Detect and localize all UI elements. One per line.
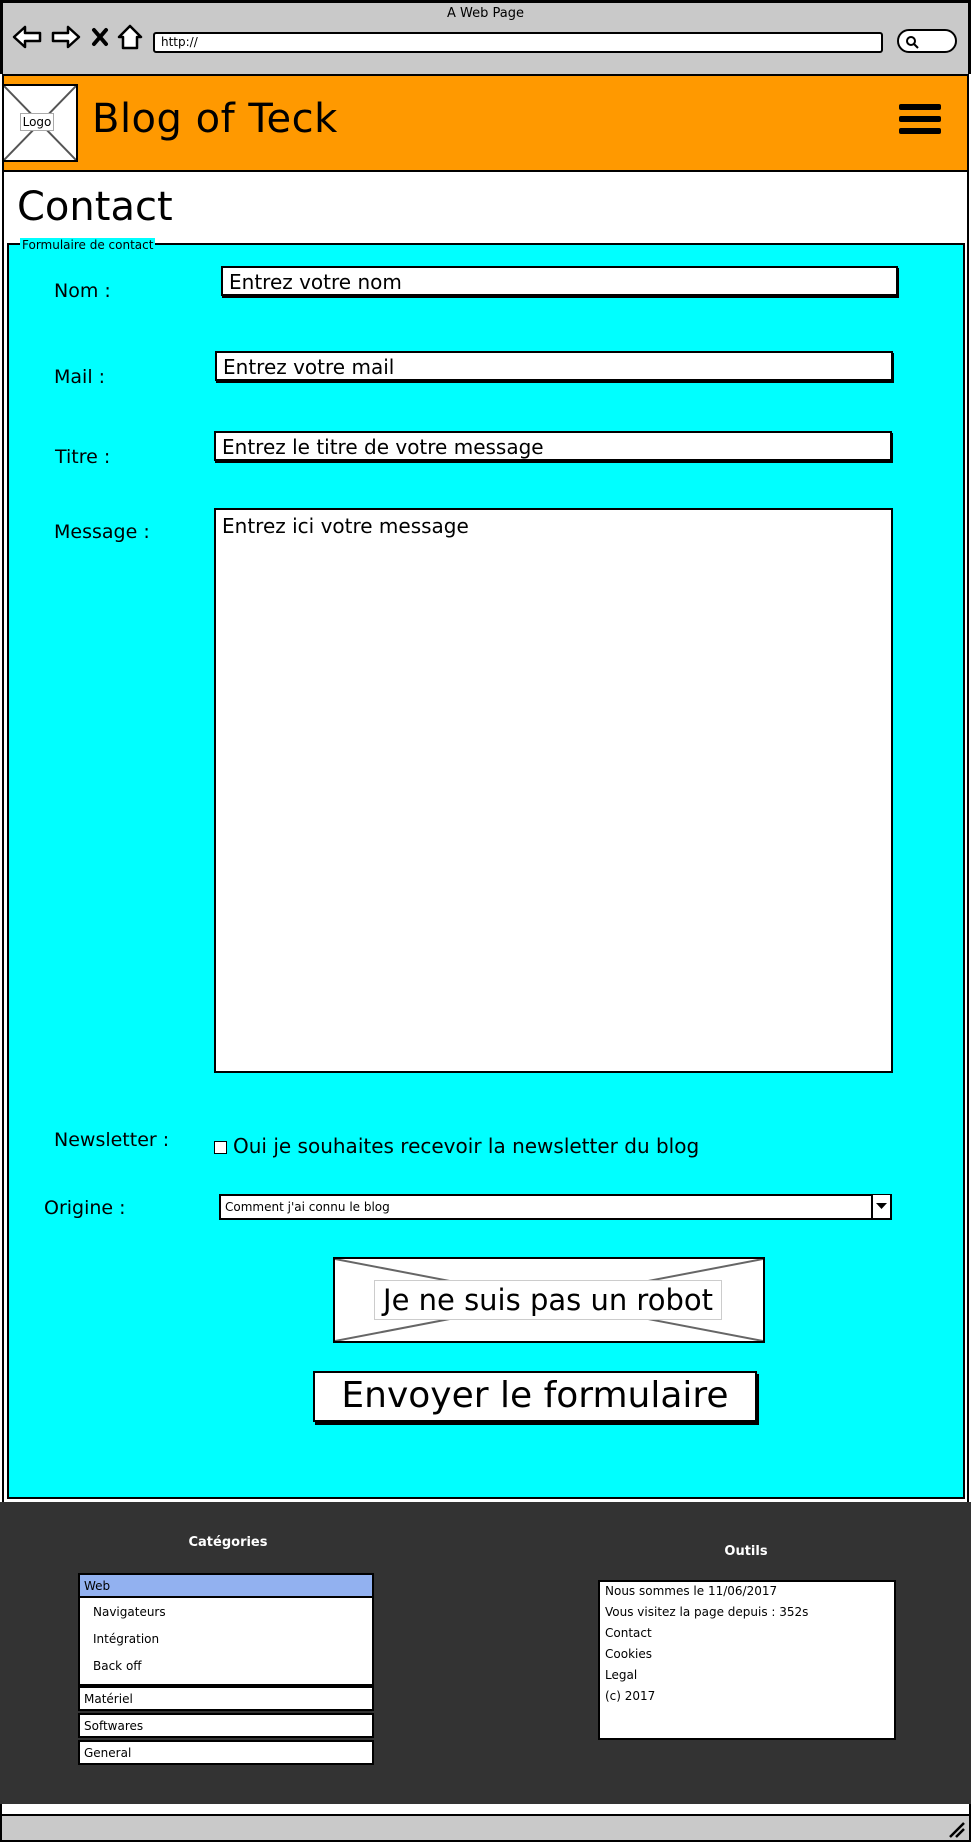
tools-title: Outils xyxy=(724,1544,768,1559)
subcategory-integration[interactable]: Intégration xyxy=(93,1632,159,1646)
tool-date: Nous sommes le 11/06/2017 xyxy=(605,1584,778,1598)
message-textarea[interactable]: Entrez ici votre message xyxy=(214,508,893,1073)
subcategory-navigateurs[interactable]: Navigateurs xyxy=(93,1605,166,1619)
chevron-down-icon[interactable] xyxy=(871,1195,890,1218)
titre-input[interactable]: Entrez le titre de votre message xyxy=(214,431,892,461)
tool-contact-link[interactable]: Contact xyxy=(605,1626,652,1640)
newsletter-checkbox[interactable]: Oui je souhaites recevoir la newsletter … xyxy=(214,1134,699,1158)
titre-label: Titre : xyxy=(55,446,111,468)
category-general[interactable]: General xyxy=(78,1740,374,1765)
categories-title: Catégories xyxy=(188,1535,268,1550)
category-web[interactable]: Web xyxy=(78,1573,374,1598)
stop-icon[interactable] xyxy=(87,22,113,52)
back-arrow-icon[interactable] xyxy=(12,22,42,52)
resize-grip-icon[interactable] xyxy=(946,1819,966,1839)
logo-label: Logo xyxy=(20,113,54,131)
newsletter-label: Newsletter : xyxy=(54,1129,170,1151)
search-icon xyxy=(906,36,919,49)
nom-label: Nom : xyxy=(54,280,111,302)
message-label: Message : xyxy=(54,521,150,543)
url-bar[interactable]: http:// xyxy=(153,32,883,53)
hamburger-menu-icon[interactable] xyxy=(899,104,941,142)
window-title: A Web Page xyxy=(447,6,524,21)
subcategory-back-off[interactable]: Back off xyxy=(93,1659,142,1673)
mail-label: Mail : xyxy=(54,366,106,388)
origine-label: Origine : xyxy=(44,1197,126,1219)
status-bar xyxy=(0,1814,971,1842)
page-title: Contact xyxy=(17,184,173,230)
forward-arrow-icon[interactable] xyxy=(51,22,81,52)
checkbox-icon[interactable] xyxy=(214,1141,227,1154)
origine-select[interactable]: Comment j'ai connu le blog xyxy=(219,1194,892,1220)
tool-cookies-link[interactable]: Cookies xyxy=(605,1647,652,1661)
site-brand[interactable]: Blog of Teck xyxy=(92,96,338,142)
captcha-label[interactable]: Je ne suis pas un robot xyxy=(374,1280,722,1320)
tool-legal-link[interactable]: Legal xyxy=(605,1668,637,1682)
tool-visit-time: Vous visitez la page depuis : 352s xyxy=(605,1605,809,1619)
category-materiel[interactable]: Matériel xyxy=(78,1686,374,1711)
home-icon[interactable] xyxy=(115,22,145,52)
nom-input[interactable]: Entrez votre nom xyxy=(221,266,898,296)
submit-button[interactable]: Envoyer le formulaire xyxy=(313,1371,757,1422)
mail-input[interactable]: Entrez votre mail xyxy=(215,351,893,381)
newsletter-checkbox-label: Oui je souhaites recevoir la newsletter … xyxy=(233,1134,700,1158)
tool-copyright: (c) 2017 xyxy=(605,1689,656,1703)
category-softwares[interactable]: Softwares xyxy=(78,1713,374,1738)
browser-search-box[interactable] xyxy=(897,29,957,53)
form-legend: Formulaire de contact xyxy=(20,238,156,252)
